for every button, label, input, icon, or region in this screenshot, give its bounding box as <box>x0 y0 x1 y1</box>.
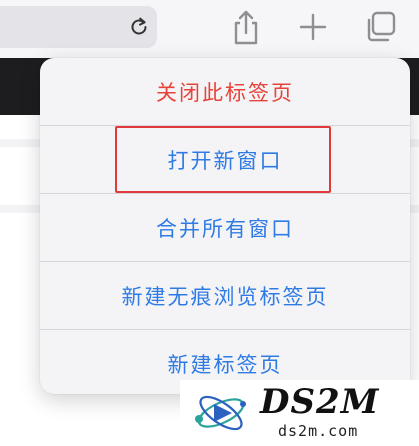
browser-screen: 关闭此标签页 打开新窗口 合并所有窗口 新建无痕浏览标签页 新建标签页 DS2M… <box>0 0 419 446</box>
watermark-logo-icon <box>195 395 246 431</box>
reload-icon[interactable] <box>127 15 151 39</box>
menu-item-new-private-tab[interactable]: 新建无痕浏览标签页 <box>40 262 410 329</box>
watermark-subtitle: ds2m.com <box>278 422 359 440</box>
browser-toolbar <box>0 0 419 56</box>
watermark-title: DS2M <box>260 382 380 422</box>
menu-item-merge-all-windows[interactable]: 合并所有窗口 <box>40 194 410 261</box>
address-bar[interactable] <box>0 6 157 48</box>
plus-icon[interactable] <box>298 12 328 42</box>
share-icon[interactable] <box>230 9 262 45</box>
tabs-overview-icon[interactable] <box>364 10 398 44</box>
highlight-annotation <box>115 126 331 193</box>
watermark: DS2M ds2m.com <box>180 380 419 446</box>
tab-actions-menu: 关闭此标签页 打开新窗口 合并所有窗口 新建无痕浏览标签页 新建标签页 <box>40 58 410 394</box>
menu-item-close-tab[interactable]: 关闭此标签页 <box>40 58 410 125</box>
